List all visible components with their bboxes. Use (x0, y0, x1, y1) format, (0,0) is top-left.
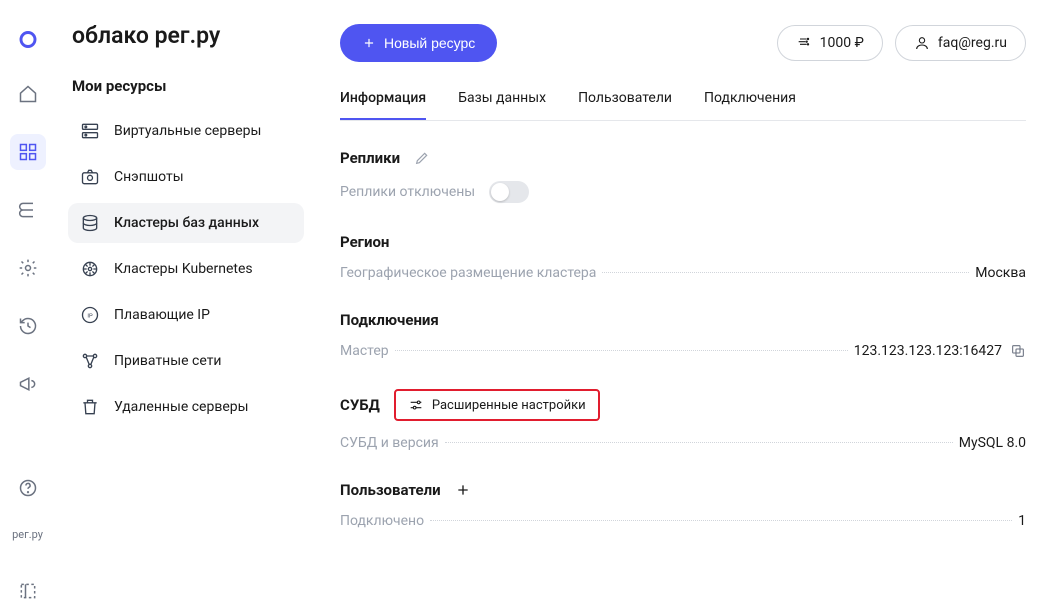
kv-value: Москва (975, 265, 1026, 281)
tabs: Информация Базы данных Пользователи Подк… (340, 90, 1026, 121)
kv-value: MySQL 8.0 (959, 435, 1026, 451)
sidebar-nav-list: Виртуальные серверы Снэпшоты Кластеры ба… (68, 111, 304, 427)
helm-icon (80, 259, 100, 279)
rail-announce-icon[interactable] (10, 366, 46, 402)
account-value: faq@reg.ru (938, 35, 1007, 51)
user-icon (914, 35, 930, 51)
rail-settings-icon[interactable] (10, 250, 46, 286)
sidebar-item-virtual-servers[interactable]: Виртуальные серверы (68, 111, 304, 151)
rail-help-icon[interactable] (10, 470, 46, 506)
ip-icon: IP (80, 305, 100, 325)
sidebar-item-label: Плавающие IP (114, 307, 210, 323)
section-dbms: СУБД Расширенные настройки СУБД и версия… (340, 389, 1026, 451)
rail-history-icon[interactable] (10, 308, 46, 344)
section-title: Пользователи (340, 481, 441, 499)
sidebar: облако рег.ру Мои ресурсы Виртуальные се… (56, 0, 316, 609)
sidebar-item-label: Снэпшоты (114, 169, 184, 185)
section-replicas: Реплики Реплики отключены (340, 149, 1026, 203)
section-title: СУБД (340, 396, 380, 414)
advanced-settings-button[interactable]: Расширенные настройки (394, 389, 600, 421)
app-root: рег.ру облако рег.ру Мои ресурсы Виртуал… (0, 0, 1056, 609)
kv-key: СУБД и версия (340, 435, 439, 451)
sidebar-item-floating-ip[interactable]: IP Плавающие IP (68, 295, 304, 335)
sliders-icon (408, 397, 424, 413)
server-icon (80, 121, 100, 141)
section-title: Подключения (340, 311, 439, 329)
network-icon (80, 351, 100, 371)
coins-icon (796, 35, 812, 51)
sidebar-item-kubernetes[interactable]: Кластеры Kubernetes (68, 249, 304, 289)
icon-rail: рег.ру (0, 0, 56, 609)
kv-key: Мастер (340, 343, 389, 359)
rail-home-icon[interactable] (10, 76, 46, 112)
rail-brand-text: рег.ру (12, 528, 43, 541)
tab-connections[interactable]: Подключения (704, 90, 796, 120)
balance-value: 1000 ₽ (820, 35, 864, 51)
replicas-status: Реплики отключены (340, 184, 475, 200)
svg-text:IP: IP (87, 314, 93, 320)
balance-pill[interactable]: 1000 ₽ (777, 25, 883, 61)
sidebar-item-private-networks[interactable]: Приватные сети (68, 341, 304, 381)
copy-icon[interactable] (1010, 343, 1026, 359)
kv-value: 123.123.123.123:16427 (854, 343, 1002, 359)
main-content: Новый ресурс 1000 ₽ faq@reg.ru Информаци… (316, 0, 1056, 609)
plus-icon[interactable] (455, 482, 471, 498)
sidebar-item-snapshots[interactable]: Снэпшоты (68, 157, 304, 197)
button-label: Расширенные настройки (432, 398, 586, 413)
section-region: Регион Географическое размещение кластер… (340, 233, 1026, 281)
camera-icon (80, 167, 100, 187)
sidebar-item-label: Виртуальные серверы (114, 123, 261, 139)
sidebar-section-title: Мои ресурсы (68, 77, 304, 95)
pencil-icon[interactable] (414, 150, 430, 166)
kv-value: 1 (1018, 513, 1026, 529)
rail-billing-icon[interactable] (10, 192, 46, 228)
kv-key: Географическое размещение кластера (340, 265, 596, 281)
sidebar-item-db-clusters[interactable]: Кластеры баз данных (68, 203, 304, 243)
rail-grid-icon[interactable] (10, 134, 46, 170)
dotted-leader (430, 520, 1012, 521)
tab-databases[interactable]: Базы данных (458, 90, 546, 120)
section-title: Реплики (340, 149, 400, 167)
sidebar-item-label: Удаленные серверы (114, 399, 249, 415)
dotted-leader (395, 350, 848, 351)
section-users: Пользователи Подключено 1 (340, 481, 1026, 529)
topbar: Новый ресурс 1000 ₽ faq@reg.ru (340, 24, 1026, 62)
sidebar-item-label: Кластеры баз данных (114, 215, 259, 231)
button-label: Новый ресурс (384, 35, 475, 51)
section-title: Регион (340, 233, 389, 251)
plus-icon (362, 36, 376, 50)
sidebar-item-label: Приватные сети (114, 353, 222, 369)
tab-information[interactable]: Информация (340, 90, 426, 120)
replicas-toggle[interactable] (489, 181, 529, 203)
sidebar-item-label: Кластеры Kubernetes (114, 261, 253, 277)
logo-icon[interactable] (10, 18, 46, 54)
brand-title: облако рег.ру (68, 22, 304, 49)
trash-icon (80, 397, 100, 417)
database-icon (80, 213, 100, 233)
sidebar-item-deleted-servers[interactable]: Удаленные серверы (68, 387, 304, 427)
dotted-leader (445, 442, 953, 443)
dotted-leader (602, 272, 969, 273)
section-connections: Подключения Мастер 123.123.123.123:16427 (340, 311, 1026, 359)
kv-key: Подключено (340, 513, 424, 529)
account-pill[interactable]: faq@reg.ru (895, 25, 1026, 61)
rail-collapse-icon[interactable] (10, 573, 46, 609)
new-resource-button[interactable]: Новый ресурс (340, 24, 497, 62)
tab-users[interactable]: Пользователи (578, 90, 672, 120)
